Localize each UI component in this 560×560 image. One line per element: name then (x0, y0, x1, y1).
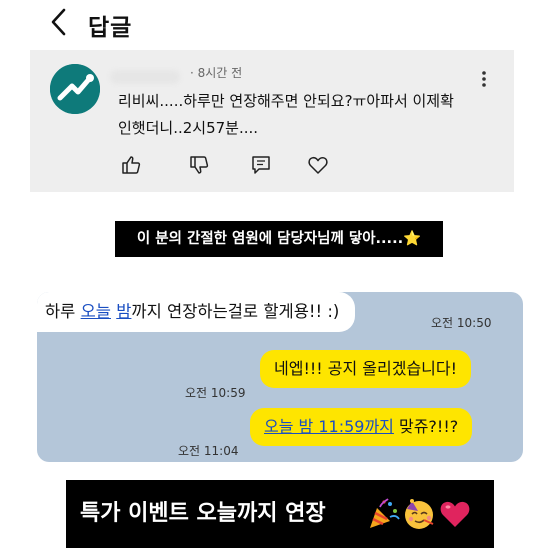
message-timestamp: 오전 10:59 (185, 386, 246, 400)
partying-face-icon (402, 497, 436, 531)
caption-banner: 이 분의 간절한 염원에 담당자님께 닿아.....⭐ (115, 221, 443, 257)
message-link[interactable]: 오늘 밤 11:59까지 (264, 417, 394, 436)
comment-line: 리비씨.....하루만 연장해주면 안되요?ㅠ아파서 이제확 (118, 92, 454, 110)
avatar[interactable] (50, 64, 100, 114)
back-arrow-icon[interactable] (44, 6, 76, 38)
sent-message-bubble: 오늘 밤 11:59까지 맞쥬?!!? (250, 408, 473, 446)
received-message-bubble: 하루 오늘 밤까지 연장하는걸로 할게용!! :) (37, 292, 356, 332)
sent-message-bubble: 네엡!!! 공지 올리겠습니다! (260, 350, 472, 388)
heart-icon[interactable] (307, 154, 329, 176)
message-timestamp: 오전 11:04 (178, 444, 239, 458)
emoji-row (366, 497, 472, 531)
more-options-icon[interactable] (478, 68, 490, 90)
comment-line: 인햇더니..2시57분.... (118, 119, 259, 137)
message-link[interactable]: 밤 (116, 302, 131, 321)
thumbs-up-icon[interactable] (120, 154, 142, 176)
comment-time: · 8시간 전 (190, 66, 243, 80)
comment-card: · 8시간 전 리비씨.....하루만 연장해주면 안되요?ㅠ아파서 이제확 인… (30, 50, 514, 192)
reply-comment-icon[interactable] (250, 154, 272, 176)
comment-meta: · 8시간 전 (118, 64, 242, 81)
message-link[interactable]: 오늘 (81, 302, 111, 321)
bottom-banner-text: 특가 이벤트 오늘까지 연장 (80, 501, 326, 526)
party-popper-icon (366, 497, 400, 531)
red-heart-icon (438, 497, 472, 531)
comment-text: 리비씨.....하루만 연장해주면 안되요?ㅠ아파서 이제확 인햇더니..2시5… (118, 88, 498, 142)
chat-screenshot: 하루 오늘 밤까지 연장하는걸로 할게용!! :) 오전 10:50 네엡!!!… (37, 292, 523, 462)
page-title: 답글 (88, 15, 133, 41)
thumbs-down-icon[interactable] (188, 154, 210, 176)
bottom-banner: 특가 이벤트 오늘까지 연장 (66, 480, 494, 548)
message-timestamp: 오전 10:50 (431, 316, 492, 330)
